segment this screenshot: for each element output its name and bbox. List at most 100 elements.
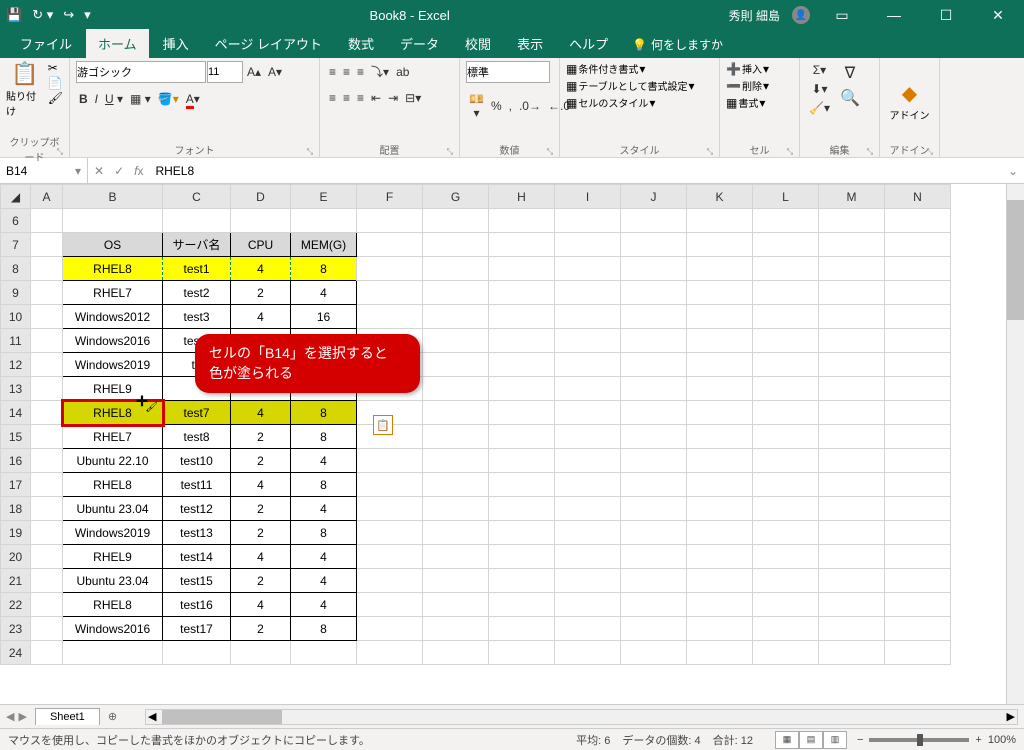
cell-I12[interactable]: [555, 353, 621, 377]
cell-M19[interactable]: [819, 521, 885, 545]
align-top-icon[interactable]: ≡: [326, 63, 339, 81]
cell-B21[interactable]: Ubuntu 23.04: [63, 569, 163, 593]
conditional-format-icon[interactable]: ▦: [566, 62, 577, 76]
cell-A21[interactable]: [31, 569, 63, 593]
percent-icon[interactable]: %: [488, 97, 505, 115]
cell-E21[interactable]: 4: [291, 569, 357, 593]
sort-filter-icon[interactable]: ᐁ: [837, 61, 863, 85]
cell-K16[interactable]: [687, 449, 753, 473]
cell-M22[interactable]: [819, 593, 885, 617]
cell-K24[interactable]: [687, 641, 753, 665]
cell-N20[interactable]: [885, 545, 951, 569]
fill-color-icon[interactable]: 🪣▾: [155, 90, 182, 108]
cell-K17[interactable]: [687, 473, 753, 497]
cell-L15[interactable]: [753, 425, 819, 449]
cell-M16[interactable]: [819, 449, 885, 473]
cell-F10[interactable]: [357, 305, 423, 329]
cell-F8[interactable]: [357, 257, 423, 281]
cell-G15[interactable]: [423, 425, 489, 449]
cell-E24[interactable]: [291, 641, 357, 665]
cell-B9[interactable]: RHEL7: [63, 281, 163, 305]
cell-B15[interactable]: RHEL7: [63, 425, 163, 449]
cell-J12[interactable]: [621, 353, 687, 377]
row-header-22[interactable]: 22: [1, 593, 31, 617]
cell-D21[interactable]: 2: [231, 569, 291, 593]
increase-indent-icon[interactable]: ⇥: [385, 89, 401, 107]
row-header-12[interactable]: 12: [1, 353, 31, 377]
cell-C19[interactable]: test13: [163, 521, 231, 545]
cell-H19[interactable]: [489, 521, 555, 545]
cell-I23[interactable]: [555, 617, 621, 641]
tab-データ[interactable]: データ: [388, 29, 451, 58]
cell-A17[interactable]: [31, 473, 63, 497]
cell-C17[interactable]: test11: [163, 473, 231, 497]
cell-B18[interactable]: Ubuntu 23.04: [63, 497, 163, 521]
insert-cells-icon[interactable]: ➕: [726, 62, 741, 76]
fill-icon[interactable]: ⬇▾: [806, 80, 833, 98]
cell-L22[interactable]: [753, 593, 819, 617]
cell-C18[interactable]: test12: [163, 497, 231, 521]
cell-N15[interactable]: [885, 425, 951, 449]
cell-A9[interactable]: [31, 281, 63, 305]
addin-button[interactable]: アドイン: [890, 107, 930, 122]
cell-N12[interactable]: [885, 353, 951, 377]
cell-G18[interactable]: [423, 497, 489, 521]
formula-expand-icon[interactable]: ⌄: [1002, 164, 1024, 178]
row-header-10[interactable]: 10: [1, 305, 31, 329]
cell-B12[interactable]: Windows2019: [63, 353, 163, 377]
cell-G16[interactable]: [423, 449, 489, 473]
merge-icon[interactable]: ⊟▾: [402, 89, 424, 107]
cell-N17[interactable]: [885, 473, 951, 497]
cell-N23[interactable]: [885, 617, 951, 641]
cell-F16[interactable]: [357, 449, 423, 473]
cell-J16[interactable]: [621, 449, 687, 473]
undo-icon[interactable]: ↻ ▾: [32, 7, 53, 23]
tab-校閲[interactable]: 校閲: [453, 29, 503, 58]
cell-K6[interactable]: [687, 209, 753, 233]
cell-H12[interactable]: [489, 353, 555, 377]
cell-G7[interactable]: [423, 233, 489, 257]
cell-I10[interactable]: [555, 305, 621, 329]
cell-N9[interactable]: [885, 281, 951, 305]
cell-D18[interactable]: 2: [231, 497, 291, 521]
cell-I19[interactable]: [555, 521, 621, 545]
cell-K18[interactable]: [687, 497, 753, 521]
cell-styles-button[interactable]: セルのスタイル: [578, 95, 648, 110]
cell-K23[interactable]: [687, 617, 753, 641]
cell-A15[interactable]: [31, 425, 63, 449]
col-header-H[interactable]: H: [489, 185, 555, 209]
cell-H10[interactable]: [489, 305, 555, 329]
cell-G8[interactable]: [423, 257, 489, 281]
cell-I8[interactable]: [555, 257, 621, 281]
cell-L19[interactable]: [753, 521, 819, 545]
row-header-23[interactable]: 23: [1, 617, 31, 641]
col-header-B[interactable]: B: [63, 185, 163, 209]
col-header-F[interactable]: F: [357, 185, 423, 209]
cell-I6[interactable]: [555, 209, 621, 233]
cell-F18[interactable]: [357, 497, 423, 521]
cell-L7[interactable]: [753, 233, 819, 257]
cell-J6[interactable]: [621, 209, 687, 233]
cell-D23[interactable]: 2: [231, 617, 291, 641]
cell-H8[interactable]: [489, 257, 555, 281]
conditional-format-button[interactable]: 条件付き書式: [578, 61, 638, 76]
cell-G17[interactable]: [423, 473, 489, 497]
cell-M13[interactable]: [819, 377, 885, 401]
cell-L8[interactable]: [753, 257, 819, 281]
cell-K15[interactable]: [687, 425, 753, 449]
cell-E10[interactable]: 16: [291, 305, 357, 329]
cell-M11[interactable]: [819, 329, 885, 353]
cell-E18[interactable]: 4: [291, 497, 357, 521]
cell-I24[interactable]: [555, 641, 621, 665]
cell-B24[interactable]: [63, 641, 163, 665]
cell-N18[interactable]: [885, 497, 951, 521]
normal-view-icon[interactable]: ▦: [775, 731, 799, 749]
cell-G19[interactable]: [423, 521, 489, 545]
tab-ページ レイアウト[interactable]: ページ レイアウト: [203, 29, 334, 58]
cell-J17[interactable]: [621, 473, 687, 497]
row-header-20[interactable]: 20: [1, 545, 31, 569]
row-header-15[interactable]: 15: [1, 425, 31, 449]
cell-J15[interactable]: [621, 425, 687, 449]
cell-L12[interactable]: [753, 353, 819, 377]
cell-I21[interactable]: [555, 569, 621, 593]
